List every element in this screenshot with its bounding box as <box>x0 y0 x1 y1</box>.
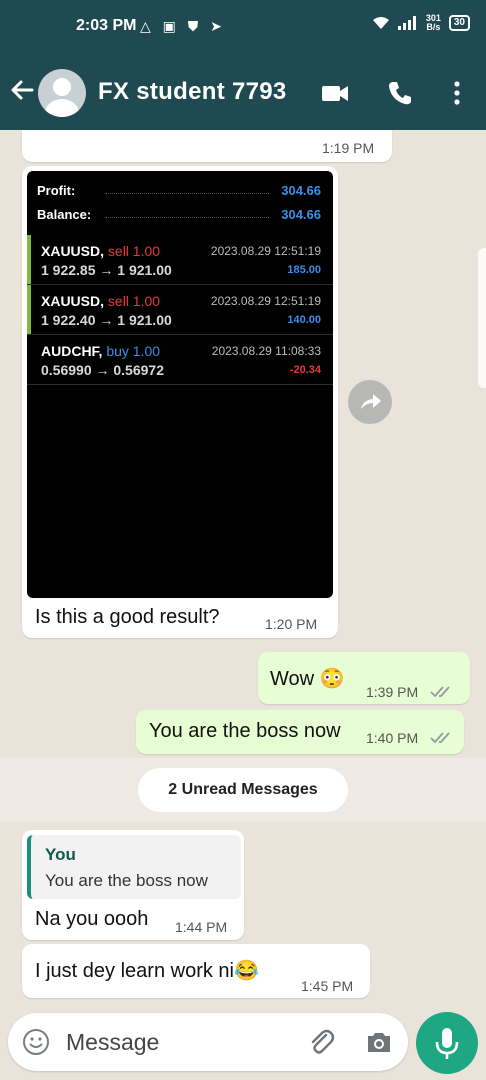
signal-icon <box>397 16 416 30</box>
message-bubble[interactable]: 1:19 PM <box>22 130 392 162</box>
avatar[interactable] <box>38 69 86 117</box>
message-time: 1:39 PM <box>366 684 419 700</box>
message-time: 1:44 PM <box>175 919 228 935</box>
trade-profit: 140.00 <box>287 314 321 326</box>
read-ticks-icon <box>430 732 450 744</box>
trade-date: 2023.08.29 12:51:19 <box>210 244 321 258</box>
camera-icon[interactable] <box>365 1029 393 1055</box>
trade-symbol-line: XAUUSD, sell 1.00 <box>41 243 160 259</box>
message-input[interactable]: Message <box>66 1029 159 1056</box>
trade-side: buy 1.00 <box>106 343 161 359</box>
message-text: Na you oooh <box>35 908 149 930</box>
message-composer[interactable]: Message <box>8 1013 408 1071</box>
balance-value: 304.66 <box>281 207 321 222</box>
row-leader <box>105 217 269 218</box>
profit-value: 304.66 <box>281 183 321 198</box>
mic-icon <box>435 1028 459 1059</box>
notification-icons: △ ▣ ⛊ ➤ <box>140 18 226 34</box>
row-leader <box>105 193 269 194</box>
trade-side: sell 1.00 <box>107 293 161 309</box>
chat-area[interactable]: 1:19 PM Profit: 304.66 Balance: 304.66 X… <box>0 130 486 1010</box>
quoted-message[interactable]: You You are the boss now <box>27 835 241 899</box>
trade-symbol: XAUUSD, <box>41 243 105 259</box>
trade-date: 2023.08.29 12:51:19 <box>210 294 321 308</box>
trade-row: AUDCHF, buy 1.00 0.56990 → 0.56972 2023.… <box>27 335 333 385</box>
wifi-icon <box>372 17 389 29</box>
network-speed: 301 B/s <box>426 14 441 32</box>
chat-header: FX student 7793 <box>0 56 486 130</box>
trade-date: 2023.08.29 11:08:33 <box>211 344 321 358</box>
trade-symbol-line: AUDCHF, buy 1.00 <box>41 343 160 359</box>
trade-marker <box>27 235 31 284</box>
message-time: 1:20 PM <box>265 616 318 632</box>
trade-profit: 185.00 <box>287 264 321 276</box>
scrollbar[interactable] <box>478 248 486 388</box>
outgoing-message-bubble[interactable]: Wow 😳 1:39 PM <box>258 652 470 704</box>
status-bar: 2:03 PM △ ▣ ⛊ ➤ 301 B/s 30 <box>0 0 486 56</box>
message-time: 1:45 PM <box>301 978 354 994</box>
image-message-bubble[interactable]: Profit: 304.66 Balance: 304.66 XAUUSD, s… <box>22 166 338 638</box>
back-arrow-icon[interactable] <box>8 76 36 104</box>
voice-record-button[interactable] <box>416 1012 478 1074</box>
status-time: 2:03 PM <box>76 17 137 34</box>
status-right: 301 B/s 30 <box>372 14 470 32</box>
message-text: You are the boss now <box>149 720 341 742</box>
trade-row: XAUUSD, sell 1.00 1 922.40 → 1 921.00 20… <box>27 285 333 335</box>
message-text: Is this a good result? <box>35 606 220 628</box>
message-text: I just dey learn work ni😂 <box>35 960 259 982</box>
trade-profit: -20.34 <box>289 364 321 376</box>
contact-name[interactable]: FX student 7793 <box>98 78 287 106</box>
trade-screenshot[interactable]: Profit: 304.66 Balance: 304.66 XAUUSD, s… <box>27 171 333 598</box>
trade-row: XAUUSD, sell 1.00 1 922.85 → 1 921.00 20… <box>27 235 333 285</box>
unread-messages-badge: 2 Unread Messages <box>138 768 348 812</box>
forward-icon <box>361 394 381 409</box>
speed-unit: B/s <box>426 22 441 32</box>
message-text: Wow 😳 <box>270 668 345 690</box>
balance-label: Balance: <box>37 207 92 222</box>
trade-prices: 1 922.40 → 1 921.00 <box>41 312 172 328</box>
trade-prices: 0.56990 → 0.56972 <box>41 362 164 378</box>
message-time: 1:19 PM <box>322 140 375 156</box>
trade-marker <box>27 285 31 334</box>
forward-button[interactable] <box>348 380 392 424</box>
message-bubble[interactable]: I just dey learn work ni😂 1:45 PM <box>22 944 370 998</box>
trade-symbol: AUDCHF, <box>41 343 103 359</box>
emoji-icon[interactable] <box>22 1028 50 1056</box>
profit-label: Profit: <box>37 183 76 198</box>
read-ticks-icon <box>430 686 450 698</box>
attach-icon[interactable] <box>306 1027 336 1057</box>
trade-prices: 1 922.85 → 1 921.00 <box>41 262 172 278</box>
trade-symbol: XAUUSD, <box>41 293 105 309</box>
message-bubble[interactable]: You You are the boss now Na you oooh 1:4… <box>22 830 244 940</box>
quoted-sender: You <box>45 845 76 864</box>
trade-symbol-line: XAUUSD, sell 1.00 <box>41 293 160 309</box>
trade-side: sell 1.00 <box>107 243 161 259</box>
quoted-text: You are the boss now <box>45 871 208 890</box>
more-options-icon[interactable] <box>442 78 472 108</box>
voice-call-icon[interactable] <box>385 78 415 108</box>
message-time: 1:40 PM <box>366 730 419 746</box>
battery-icon: 30 <box>448 15 470 31</box>
outgoing-message-bubble[interactable]: You are the boss now 1:40 PM <box>136 710 464 754</box>
video-call-icon[interactable] <box>320 78 350 108</box>
